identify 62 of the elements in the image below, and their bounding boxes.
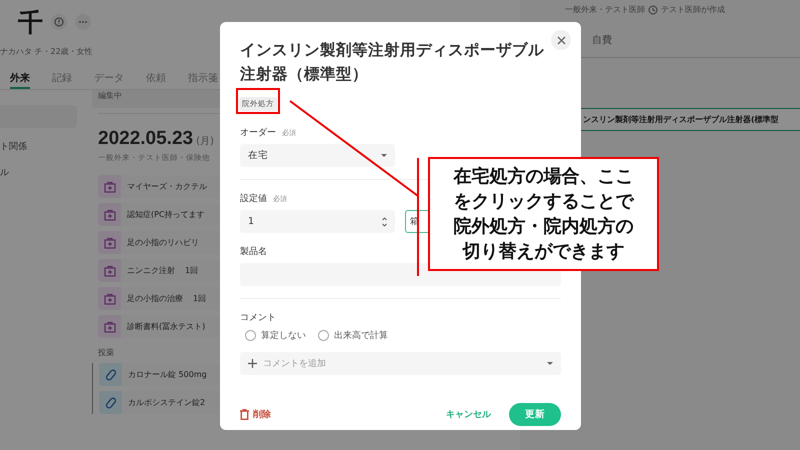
medical-kit-icon [104, 208, 116, 220]
radio-button[interactable] [318, 330, 329, 341]
medical-kit-icon [104, 264, 116, 276]
tab[interactable]: 記録 [52, 71, 72, 89]
alert-icon[interactable] [51, 14, 67, 30]
pill-icon [104, 368, 116, 380]
field-label: オーダー [240, 126, 276, 139]
update-button[interactable]: 更新 [509, 403, 561, 426]
pill-icon [104, 396, 116, 408]
caret-icon [381, 154, 387, 157]
author-note: テスト医師が作成 [661, 4, 725, 15]
callout-text: をクリックすることで [454, 190, 634, 214]
medication-name: カルボシステイン錠2 [128, 397, 206, 408]
callout-text: 切り替えができます [462, 240, 624, 264]
patient-name: 千 [18, 6, 43, 38]
tab[interactable]: データ [94, 71, 124, 89]
order-name: 足の小指の治療 [127, 293, 183, 304]
tab[interactable]: 外来 [10, 71, 30, 89]
callout-text: 院外処方・院内処方の [454, 215, 634, 239]
encounter-info: 一般外来・テスト医師 [565, 4, 645, 15]
caret-icon [547, 362, 553, 365]
order-name: 足の小指のリハビリ [127, 237, 199, 248]
field-label: コメント [240, 312, 276, 324]
radio-option[interactable]: 出来高で計算 [318, 329, 388, 342]
order-name: ニンニク注射 [127, 265, 175, 276]
medication-name: カロナール錠 500mg [128, 369, 207, 380]
plus-icon [248, 359, 257, 368]
order-name: 認知症(PC持ってます [127, 209, 205, 220]
encounter-date: 2022.05.23 [98, 128, 194, 150]
comment-select[interactable]: コメントを追加 [240, 352, 561, 375]
order-count: 1回 [185, 265, 198, 276]
radio-option[interactable]: 算定しない [245, 329, 306, 342]
sidebar-item[interactable]: ル [0, 166, 77, 192]
weekday: (月) [196, 135, 214, 148]
field-label: 設定値 [240, 192, 267, 205]
patient-info: ナカハタ チ・22歳・女性 [0, 46, 93, 57]
history-icon [648, 4, 658, 14]
radio-button[interactable] [245, 330, 256, 341]
order-select[interactable]: 在宅 [240, 144, 395, 167]
close-icon [556, 36, 566, 44]
tab[interactable]: 自費 [592, 35, 612, 46]
field-label: 製品名 [240, 246, 267, 258]
tab[interactable]: 依頼 [146, 71, 166, 89]
sidebar-item[interactable]: ト関係 [0, 140, 77, 166]
order-name: 診断書料(冨永テスト) [127, 321, 206, 332]
more-icon[interactable] [75, 14, 91, 30]
delete-button[interactable]: 削除 [240, 408, 271, 421]
order-name: マイヤーズ・カクテル [127, 181, 207, 192]
medical-kit-icon [104, 180, 116, 192]
tab[interactable]: 指示箋 [188, 71, 218, 89]
spinner-icon [382, 216, 387, 226]
dialog-title: インスリン製剤等注射用ディスポーザブル注射器（標準型） [240, 40, 545, 85]
section-heading: 投薬 [98, 347, 115, 358]
medical-kit-icon [104, 292, 116, 304]
number-field[interactable]: 1 [240, 210, 395, 233]
trash-icon [240, 409, 249, 420]
medical-kit-icon [104, 320, 116, 332]
cancel-button[interactable]: キャンセル [442, 404, 495, 425]
close-button[interactable] [551, 30, 571, 50]
medical-kit-icon [104, 236, 116, 248]
callout-text: 在宅処方の場合、ここ [454, 165, 634, 189]
order-count: 1回 [193, 293, 206, 304]
